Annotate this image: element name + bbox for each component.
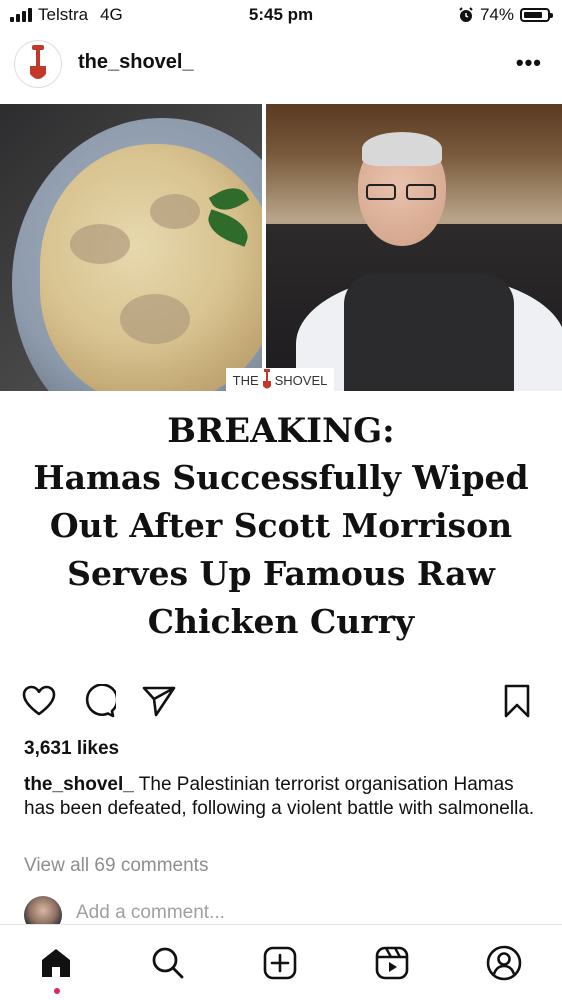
- like-count[interactable]: 3,631 likes: [24, 738, 119, 760]
- heart-icon: [22, 685, 56, 716]
- post-username[interactable]: the_shovel_: [78, 51, 194, 74]
- nav-reels[interactable]: [372, 943, 412, 983]
- headline-breaking: BREAKING:: [167, 411, 395, 451]
- caption-username[interactable]: the_shovel_: [24, 774, 134, 795]
- share-button[interactable]: [140, 682, 178, 720]
- bookmark-icon: [504, 684, 530, 718]
- create-icon: [263, 946, 297, 980]
- post-image[interactable]: THE SHOVEL: [0, 104, 562, 391]
- curry: [40, 144, 262, 391]
- post-actions: [0, 682, 562, 722]
- curry-photo: [0, 104, 262, 391]
- nav-profile[interactable]: [484, 943, 524, 983]
- chicken-piece: [70, 224, 130, 264]
- avatar[interactable]: [14, 40, 62, 88]
- notification-dot: [54, 988, 60, 994]
- headline-line: Chicken Curry: [147, 602, 415, 641]
- shovel-logo-icon: [30, 45, 46, 79]
- nav-create[interactable]: [260, 943, 300, 983]
- headline-line: Out After Scott Morrison: [49, 506, 513, 545]
- logo-text-left: THE: [232, 372, 259, 388]
- share-icon: [142, 686, 176, 717]
- chicken-piece: [150, 194, 200, 229]
- bottom-nav: [0, 924, 562, 1000]
- glasses: [366, 184, 440, 200]
- battery-percent: 74%: [479, 5, 514, 24]
- nav-home[interactable]: [36, 943, 76, 983]
- headline: BREAKING: Hamas Successfully Wiped Out A…: [0, 408, 562, 646]
- shovel-watermark: THE SHOVEL: [226, 368, 334, 391]
- protective-vest: [344, 274, 514, 391]
- alarm-icon: [459, 7, 473, 22]
- status-bar: Telstra 4G 5:45 pm 74%: [0, 0, 562, 30]
- like-button[interactable]: [20, 682, 58, 720]
- chicken-piece: [120, 294, 190, 344]
- add-comment-input[interactable]: Add a comment...: [76, 902, 225, 924]
- battery-icon: [520, 8, 553, 22]
- nav-search[interactable]: [148, 943, 188, 983]
- headline-line: Hamas Successfully Wiped: [33, 458, 529, 497]
- home-icon: [42, 949, 70, 977]
- search-icon: [152, 947, 184, 979]
- headline-line: Serves Up Famous Raw: [67, 554, 495, 593]
- more-dots-icon[interactable]: •••: [516, 50, 542, 76]
- comment-icon: [85, 684, 116, 718]
- post-header: the_shovel_ •••: [0, 36, 562, 92]
- view-all-comments-link[interactable]: View all 69 comments: [24, 855, 208, 877]
- profile-icon: [486, 945, 522, 981]
- morrison-photo: [266, 104, 562, 391]
- status-right: 74%: [458, 5, 553, 25]
- hair: [362, 132, 442, 166]
- caption: the_shovel_ The Palestinian terrorist or…: [24, 773, 544, 821]
- save-button[interactable]: [498, 682, 536, 720]
- comment-button[interactable]: [80, 682, 118, 720]
- shovel-logo-icon: [262, 369, 271, 389]
- reels-icon: [375, 946, 409, 980]
- logo-text-right: SHOVEL: [274, 372, 328, 388]
